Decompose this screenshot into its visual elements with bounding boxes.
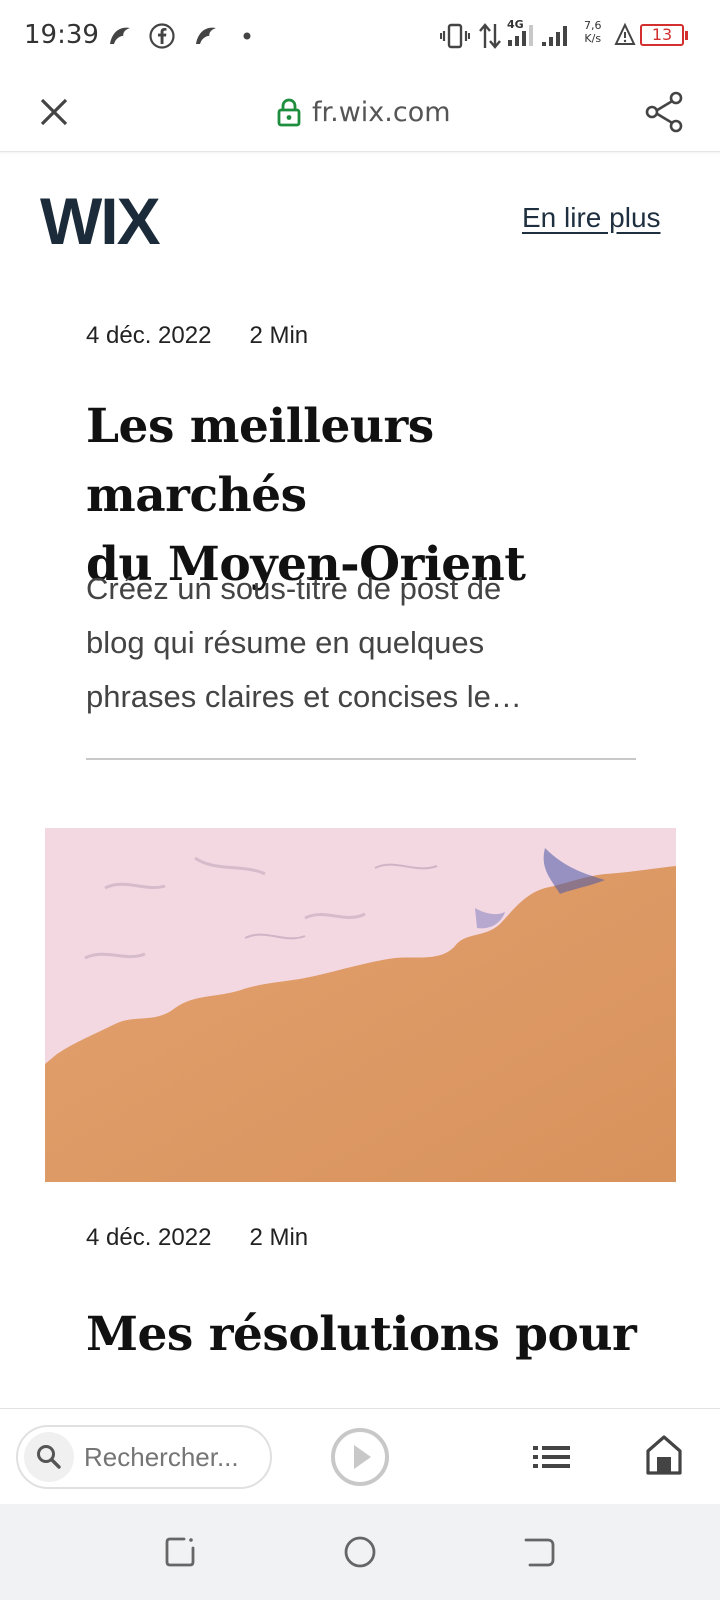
recents-icon[interactable] <box>162 1534 198 1570</box>
close-icon[interactable] <box>32 90 76 134</box>
lock-icon <box>277 98 301 127</box>
post-read-time: 2 Min <box>249 1224 309 1251</box>
post-title[interactable]: Mes résolutions pour <box>86 1300 666 1369</box>
read-more-link[interactable]: En lire plus <box>522 202 661 234</box>
status-bar: 19:39 4G 7,6 K/s 13 <box>0 0 720 72</box>
network-speed-value: 7,6 <box>584 19 602 32</box>
post-cover-image[interactable] <box>45 828 676 1182</box>
post-meta: 4 déc. 2022 2 Min <box>86 1224 308 1252</box>
data-transfer-icon <box>479 23 501 49</box>
bird-app-icon <box>110 27 130 44</box>
home-icon[interactable] <box>644 1433 684 1477</box>
url-display[interactable]: fr.wix.com <box>276 92 451 132</box>
post-excerpt-line: blog qui résume en quelques <box>86 625 485 660</box>
status-time: 19:39 <box>24 20 99 50</box>
post-date: 4 déc. 2022 <box>86 1224 212 1251</box>
bird-app-icon-2 <box>196 27 216 44</box>
network-speed-unit: K/s <box>584 32 602 45</box>
wix-logo[interactable]: WIX <box>40 192 180 250</box>
warning-icon <box>614 22 636 45</box>
post-read-time: 2 Min <box>249 322 309 349</box>
post-excerpt: Créez un sous-titre de post de blog qui … <box>86 562 646 724</box>
signal-strength-icon-2 <box>542 26 567 46</box>
network-speed: 7,6 K/s <box>584 19 602 45</box>
battery-level: 13 <box>651 25 673 44</box>
search-icon <box>37 1445 61 1469</box>
post-title-line: Les meilleurs marchés <box>86 399 434 523</box>
url-text: fr.wix.com <box>312 96 451 128</box>
system-navigation-bar <box>0 1504 720 1600</box>
list-icon[interactable] <box>531 1437 573 1477</box>
post-title-line: Mes résolutions pour <box>86 1307 637 1362</box>
search-button[interactable] <box>24 1432 74 1482</box>
post-excerpt-line: phrases claires et concises le… <box>86 679 522 714</box>
post-excerpt-line: Créez un sous-titre de post de <box>86 571 502 606</box>
back-icon[interactable] <box>522 1534 558 1570</box>
signal-strength-icon-1 <box>508 25 533 46</box>
search-input[interactable] <box>84 1441 254 1473</box>
post-divider <box>86 758 636 760</box>
facebook-icon <box>149 23 175 49</box>
battery-icon: 13 <box>640 24 688 46</box>
play-icon[interactable] <box>330 1427 390 1487</box>
home-nav-icon[interactable] <box>342 1534 378 1570</box>
post-meta: 4 déc. 2022 2 Min <box>86 322 308 350</box>
wix-logo-text: WIX <box>40 192 161 250</box>
search-bar[interactable] <box>16 1425 272 1489</box>
notification-dot-icon <box>243 32 251 40</box>
vibrate-icon <box>440 23 470 49</box>
post-date: 4 déc. 2022 <box>86 322 212 349</box>
browser-address-bar: fr.wix.com <box>0 72 720 152</box>
share-icon[interactable] <box>640 88 688 136</box>
browser-bottom-toolbar <box>0 1408 720 1504</box>
